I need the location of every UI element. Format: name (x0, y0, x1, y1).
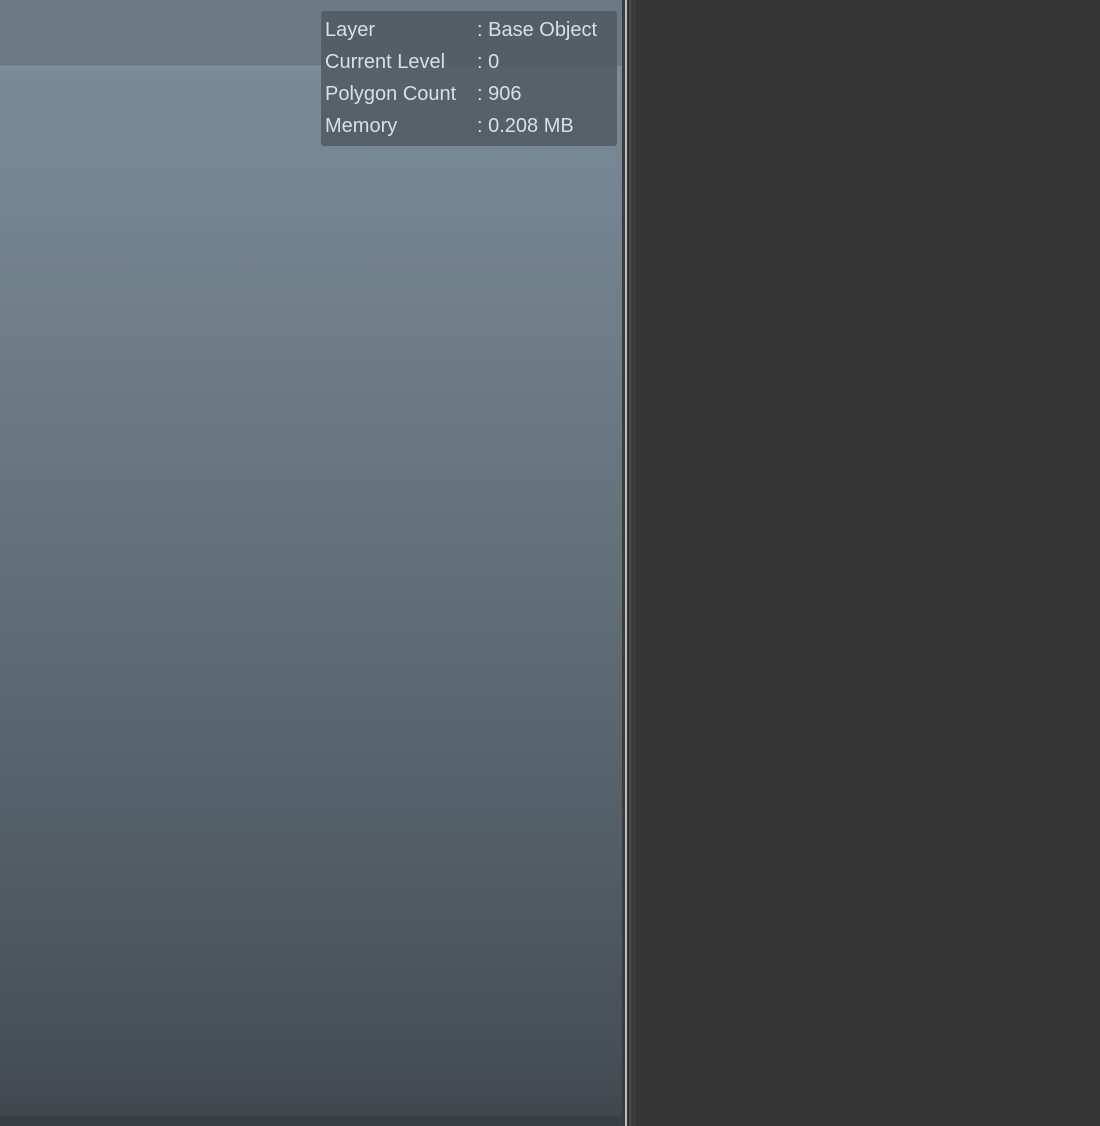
splitter-edge (629, 0, 631, 1126)
info-value: : Base Object (477, 19, 598, 41)
viewport-bottom-bar (0, 1116, 622, 1126)
info-row-current-level: Current Level : 0 (321, 46, 617, 78)
info-label: Current Level (325, 51, 446, 73)
info-row-polygon-count: Polygon Count : 906 (321, 78, 617, 110)
app-window: Layer : Base Object Current Level : 0 Po… (0, 0, 1100, 1126)
3d-viewport[interactable]: Layer : Base Object Current Level : 0 Po… (0, 0, 622, 1126)
info-value: : 0.208 MB (477, 115, 574, 137)
panel-splitter[interactable] (622, 0, 636, 1126)
info-value: : 906 (477, 83, 522, 105)
info-overlay: Layer : Base Object Current Level : 0 Po… (321, 11, 617, 146)
side-panel (636, 0, 1100, 1126)
info-label: Memory (325, 115, 398, 137)
info-value: : 0 (477, 51, 500, 73)
splitter-highlight (625, 0, 627, 1126)
info-label: Layer (325, 19, 376, 41)
info-row-memory: Memory : 0.208 MB (321, 110, 617, 142)
info-label: Polygon Count (325, 83, 457, 105)
info-row-layer: Layer : Base Object (321, 14, 617, 46)
